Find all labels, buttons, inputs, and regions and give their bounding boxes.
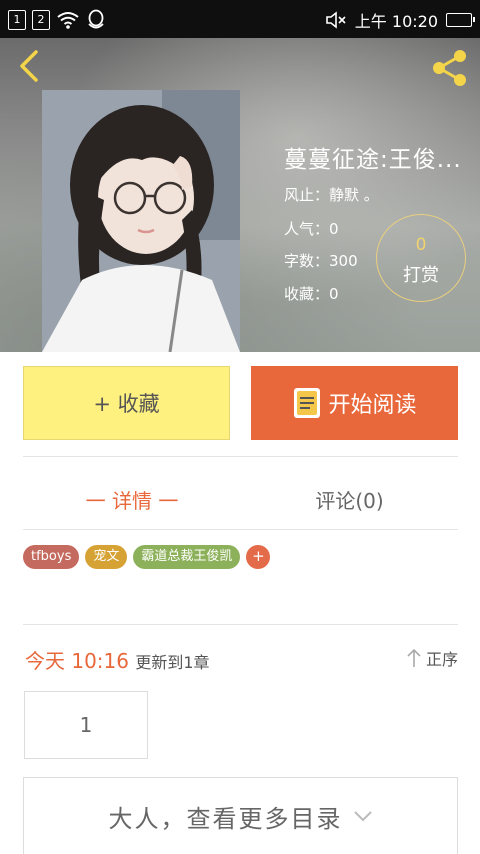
book-author: 风止：静默 。 — [284, 186, 379, 204]
tag-item[interactable]: 霸道总裁王俊凯 — [133, 545, 241, 569]
book-icon — [294, 388, 321, 418]
tag-item[interactable]: 宠文 — [85, 545, 128, 569]
status-bar: 1 2 上午 10:20 — [0, 0, 480, 38]
start-reading-button[interactable]: 开始阅读 — [251, 366, 458, 440]
divider — [23, 456, 458, 457]
tab-details[interactable]: 一 详情 一 — [23, 470, 241, 528]
qq-icon — [88, 9, 104, 29]
tip-count: 0 — [415, 235, 427, 255]
up-arrow-icon — [407, 648, 421, 667]
update-day: 今天 — [25, 649, 65, 673]
book-popularity: 人气：0 — [284, 220, 339, 238]
start-reading-label: 开始阅读 — [328, 393, 417, 418]
chapter-number: 1 — [79, 713, 93, 737]
chevron-down-icon — [353, 811, 372, 822]
book-cover-image[interactable] — [42, 90, 240, 352]
tip-button[interactable]: 0 打赏 — [376, 214, 466, 302]
tag-list: tfboys 宠文 霸道总裁王俊凯 + — [23, 545, 271, 569]
sort-order-label: 正序 — [425, 650, 458, 669]
tab-comments-label: 评论(0) — [315, 488, 384, 513]
back-arrow-icon[interactable] — [14, 48, 50, 84]
more-catalog-button[interactable]: 大人，查看更多目录 — [23, 777, 458, 854]
status-left: 1 2 — [8, 9, 106, 31]
book-word-count: 字数：300 — [284, 252, 358, 270]
book-title: 蔓蔓征途:王俊... — [284, 147, 462, 173]
share-icon[interactable] — [430, 48, 470, 88]
book-header: 蔓蔓征途:王俊... 风止：静默 。 人气：0 字数：300 收藏：0 0 打赏 — [0, 38, 480, 352]
update-info: 今天 10:16 更新到1章 — [25, 645, 210, 674]
add-favorite-label: + 收藏 — [93, 392, 160, 416]
tab-details-label: 一 详情 一 — [85, 488, 179, 513]
update-time: 10:16 — [71, 649, 129, 673]
sim1-icon: 1 — [8, 10, 26, 30]
wifi-icon — [57, 12, 79, 29]
divider — [23, 529, 458, 530]
tip-label: 打赏 — [403, 265, 439, 286]
clock: 上午 10:20 — [354, 12, 438, 31]
status-right: 上午 10:20 — [325, 8, 475, 32]
chapter-item[interactable]: 1 — [24, 691, 148, 759]
tag-item[interactable]: tfboys — [23, 545, 80, 569]
sort-order-button[interactable]: 正序 — [406, 646, 458, 670]
add-favorite-button[interactable]: + 收藏 — [23, 366, 230, 440]
book-favorites: 收藏：0 — [284, 285, 339, 303]
add-tag-button[interactable]: + — [246, 545, 271, 569]
more-catalog-label: 大人，查看更多目录 — [108, 804, 343, 833]
sim2-icon: 2 — [32, 10, 50, 30]
mute-icon — [325, 11, 346, 29]
divider — [23, 624, 458, 625]
update-text: 更新到1章 — [135, 653, 210, 672]
tab-comments[interactable]: 评论(0) — [241, 470, 458, 528]
battery-icon — [446, 13, 475, 27]
cover-illustration — [42, 90, 240, 352]
